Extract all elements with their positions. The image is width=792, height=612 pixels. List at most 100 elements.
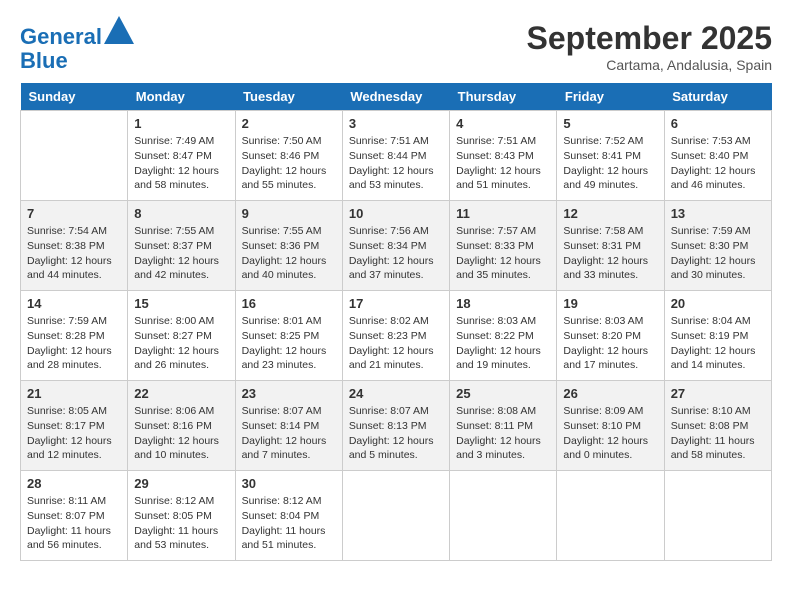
logo-text: General Blue: [20, 20, 134, 73]
title-area: September 2025 Cartama, Andalusia, Spain: [527, 20, 772, 73]
header-day-wednesday: Wednesday: [342, 83, 449, 111]
month-title: September 2025: [527, 20, 772, 57]
day-info: Sunrise: 7:51 AMSunset: 8:44 PMDaylight:…: [349, 134, 443, 193]
week-row-4: 21 Sunrise: 8:05 AMSunset: 8:17 PMDayligh…: [21, 381, 772, 471]
day-info: Sunrise: 7:49 AMSunset: 8:47 PMDaylight:…: [134, 134, 228, 193]
day-info: Sunrise: 8:02 AMSunset: 8:23 PMDaylight:…: [349, 314, 443, 373]
day-number: 10: [349, 206, 443, 221]
day-cell: 3 Sunrise: 7:51 AMSunset: 8:44 PMDaylight…: [342, 111, 449, 201]
day-number: 12: [563, 206, 657, 221]
day-number: 13: [671, 206, 765, 221]
day-info: Sunrise: 7:57 AMSunset: 8:33 PMDaylight:…: [456, 224, 550, 283]
day-cell: 10Sunrise: 7:56 AMSunset: 8:34 PMDayligh…: [342, 201, 449, 291]
day-info: Sunrise: 8:09 AMSunset: 8:10 PMDaylight:…: [563, 404, 657, 463]
day-info: Sunrise: 7:59 AMSunset: 8:30 PMDaylight:…: [671, 224, 765, 283]
day-info: Sunrise: 8:03 AMSunset: 8:22 PMDaylight:…: [456, 314, 550, 373]
day-cell: 11Sunrise: 7:57 AMSunset: 8:33 PMDayligh…: [450, 201, 557, 291]
day-cell: [557, 471, 664, 561]
day-cell: 17 Sunrise: 8:02 AMSunset: 8:23 PMDayligh…: [342, 291, 449, 381]
day-cell: 26 Sunrise: 8:09 AMSunset: 8:10 PMDayligh…: [557, 381, 664, 471]
day-cell: 23 Sunrise: 8:07 AMSunset: 8:14 PMDayligh…: [235, 381, 342, 471]
day-number: 26: [563, 386, 657, 401]
day-cell: 1Sunrise: 7:49 AMSunset: 8:47 PMDaylight…: [128, 111, 235, 201]
day-cell: 4Sunrise: 7:51 AMSunset: 8:43 PMDaylight…: [450, 111, 557, 201]
day-info: Sunrise: 7:58 AMSunset: 8:31 PMDaylight:…: [563, 224, 657, 283]
day-info: Sunrise: 7:52 AMSunset: 8:41 PMDaylight:…: [563, 134, 657, 193]
day-cell: 27 Sunrise: 8:10 AMSunset: 8:08 PMDayligh…: [664, 381, 771, 471]
day-cell: 9 Sunrise: 7:55 AMSunset: 8:36 PMDaylight…: [235, 201, 342, 291]
day-cell: 20 Sunrise: 8:04 AMSunset: 8:19 PMDayligh…: [664, 291, 771, 381]
day-info: Sunrise: 8:11 AMSunset: 8:07 PMDaylight:…: [27, 494, 121, 553]
header-day-thursday: Thursday: [450, 83, 557, 111]
week-row-3: 14 Sunrise: 7:59 AMSunset: 8:28 PMDayligh…: [21, 291, 772, 381]
day-number: 9: [242, 206, 336, 221]
day-number: 8: [134, 206, 228, 221]
day-info: Sunrise: 7:55 AMSunset: 8:37 PMDaylight:…: [134, 224, 228, 283]
day-cell: 2 Sunrise: 7:50 AMSunset: 8:46 PMDaylight…: [235, 111, 342, 201]
day-info: Sunrise: 7:53 AMSunset: 8:40 PMDaylight:…: [671, 134, 765, 193]
day-number: 29: [134, 476, 228, 491]
calendar-table: SundayMondayTuesdayWednesdayThursdayFrid…: [20, 83, 772, 561]
day-number: 18: [456, 296, 550, 311]
day-number: 17: [349, 296, 443, 311]
day-cell: 12 Sunrise: 7:58 AMSunset: 8:31 PMDayligh…: [557, 201, 664, 291]
day-cell: 29 Sunrise: 8:12 AMSunset: 8:05 PMDayligh…: [128, 471, 235, 561]
day-cell: 19Sunrise: 8:03 AMSunset: 8:20 PMDayligh…: [557, 291, 664, 381]
day-cell: 6Sunrise: 7:53 AMSunset: 8:40 PMDaylight…: [664, 111, 771, 201]
day-cell: 15Sunrise: 8:00 AMSunset: 8:27 PMDayligh…: [128, 291, 235, 381]
day-cell: 25 Sunrise: 8:08 AMSunset: 8:11 PMDayligh…: [450, 381, 557, 471]
logo-icon: [104, 16, 134, 44]
header-day-tuesday: Tuesday: [235, 83, 342, 111]
day-info: Sunrise: 8:10 AMSunset: 8:08 PMDaylight:…: [671, 404, 765, 463]
header-day-saturday: Saturday: [664, 83, 771, 111]
day-number: 23: [242, 386, 336, 401]
day-number: 3: [349, 116, 443, 131]
day-info: Sunrise: 8:12 AMSunset: 8:04 PMDaylight:…: [242, 494, 336, 553]
day-number: 22: [134, 386, 228, 401]
day-info: Sunrise: 8:05 AMSunset: 8:17 PMDaylight:…: [27, 404, 121, 463]
day-info: Sunrise: 7:59 AMSunset: 8:28 PMDaylight:…: [27, 314, 121, 373]
day-cell: 18 Sunrise: 8:03 AMSunset: 8:22 PMDayligh…: [450, 291, 557, 381]
day-info: Sunrise: 7:50 AMSunset: 8:46 PMDaylight:…: [242, 134, 336, 193]
day-info: Sunrise: 8:07 AMSunset: 8:13 PMDaylight:…: [349, 404, 443, 463]
header-day-friday: Friday: [557, 83, 664, 111]
day-cell: 28Sunrise: 8:11 AMSunset: 8:07 PMDayligh…: [21, 471, 128, 561]
day-number: 27: [671, 386, 765, 401]
day-info: Sunrise: 7:54 AMSunset: 8:38 PMDaylight:…: [27, 224, 121, 283]
day-info: Sunrise: 7:55 AMSunset: 8:36 PMDaylight:…: [242, 224, 336, 283]
day-info: Sunrise: 8:08 AMSunset: 8:11 PMDaylight:…: [456, 404, 550, 463]
day-number: 14: [27, 296, 121, 311]
day-number: 21: [27, 386, 121, 401]
day-cell: [450, 471, 557, 561]
day-cell: 21 Sunrise: 8:05 AMSunset: 8:17 PMDayligh…: [21, 381, 128, 471]
logo: General Blue: [20, 20, 134, 73]
day-cell: 22Sunrise: 8:06 AMSunset: 8:16 PMDayligh…: [128, 381, 235, 471]
day-cell: [664, 471, 771, 561]
day-info: Sunrise: 8:01 AMSunset: 8:25 PMDaylight:…: [242, 314, 336, 373]
day-cell: 16 Sunrise: 8:01 AMSunset: 8:25 PMDayligh…: [235, 291, 342, 381]
location: Cartama, Andalusia, Spain: [527, 57, 772, 73]
day-number: 5: [563, 116, 657, 131]
day-number: 16: [242, 296, 336, 311]
day-info: Sunrise: 8:00 AMSunset: 8:27 PMDaylight:…: [134, 314, 228, 373]
header-day-sunday: Sunday: [21, 83, 128, 111]
day-cell: [342, 471, 449, 561]
page-header: General Blue September 2025 Cartama, And…: [20, 20, 772, 73]
day-number: 19: [563, 296, 657, 311]
day-cell: [21, 111, 128, 201]
day-number: 2: [242, 116, 336, 131]
day-cell: 7Sunrise: 7:54 AMSunset: 8:38 PMDaylight…: [21, 201, 128, 291]
day-cell: 14 Sunrise: 7:59 AMSunset: 8:28 PMDayligh…: [21, 291, 128, 381]
day-number: 24: [349, 386, 443, 401]
day-cell: 13 Sunrise: 7:59 AMSunset: 8:30 PMDayligh…: [664, 201, 771, 291]
week-row-1: 1Sunrise: 7:49 AMSunset: 8:47 PMDaylight…: [21, 111, 772, 201]
day-info: Sunrise: 8:07 AMSunset: 8:14 PMDaylight:…: [242, 404, 336, 463]
day-info: Sunrise: 8:12 AMSunset: 8:05 PMDaylight:…: [134, 494, 228, 553]
header-day-monday: Monday: [128, 83, 235, 111]
day-number: 25: [456, 386, 550, 401]
day-info: Sunrise: 8:04 AMSunset: 8:19 PMDaylight:…: [671, 314, 765, 373]
day-cell: 8 Sunrise: 7:55 AMSunset: 8:37 PMDaylight…: [128, 201, 235, 291]
day-cell: 24 Sunrise: 8:07 AMSunset: 8:13 PMDayligh…: [342, 381, 449, 471]
day-number: 20: [671, 296, 765, 311]
week-row-2: 7Sunrise: 7:54 AMSunset: 8:38 PMDaylight…: [21, 201, 772, 291]
